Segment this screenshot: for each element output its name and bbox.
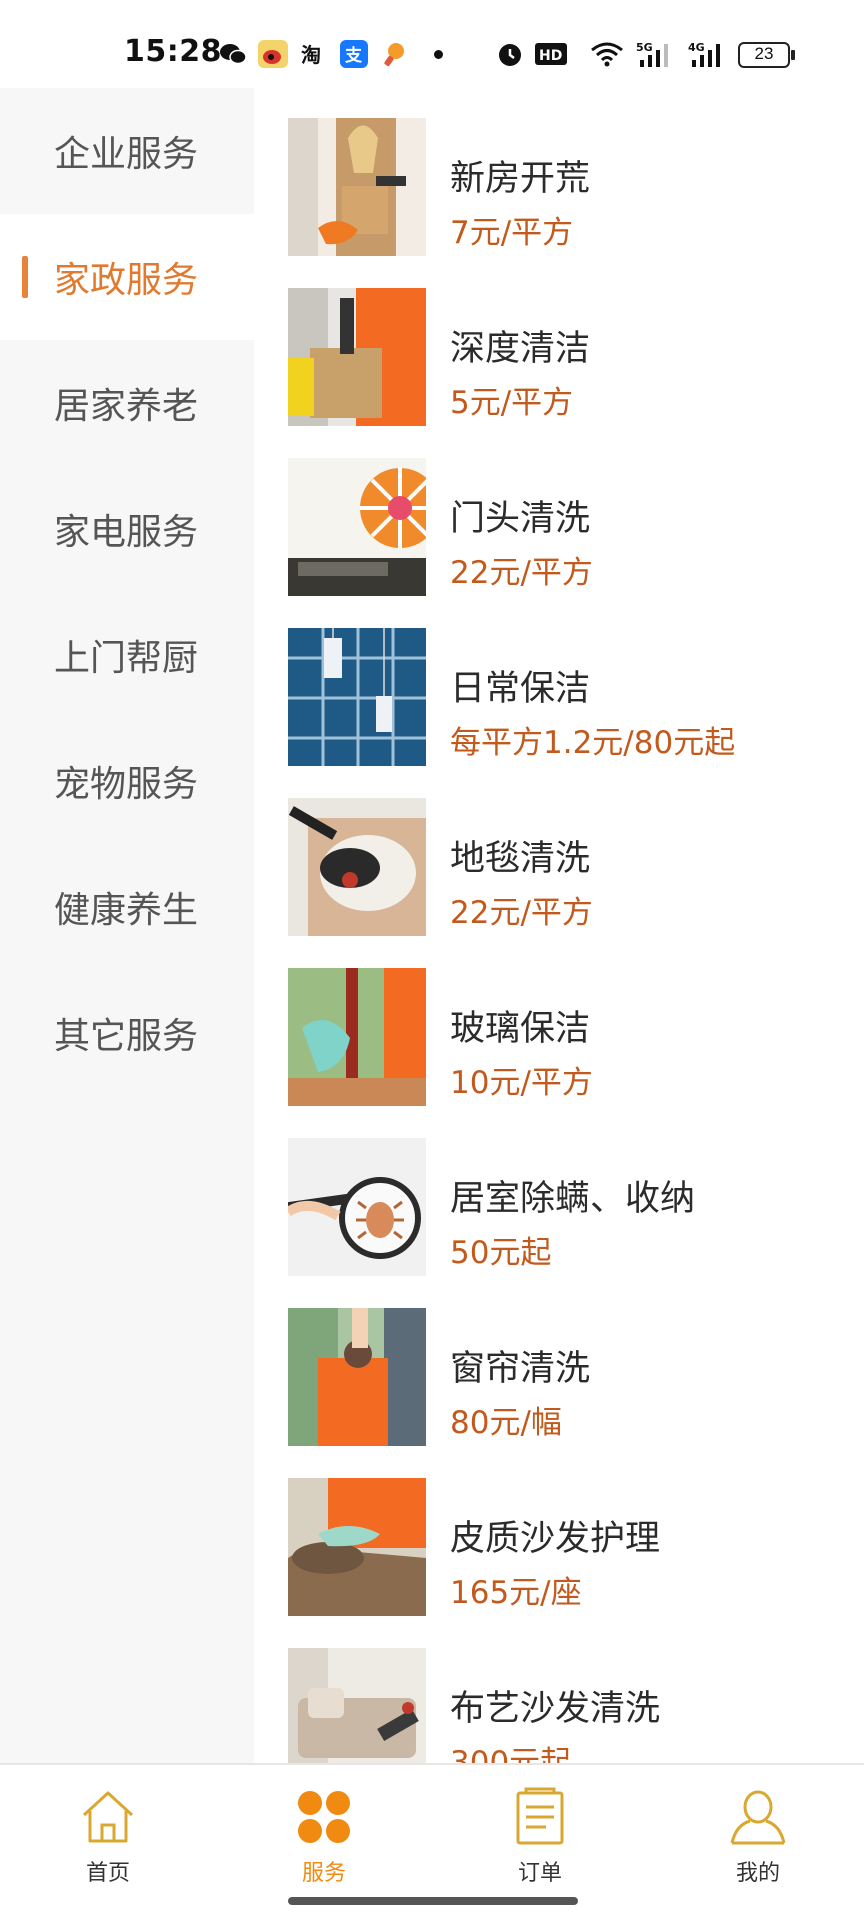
service-price: 每平方1.2元/80元起: [450, 725, 736, 761]
glass-cleaning-image: [288, 968, 426, 1106]
svg-text:4G: 4G: [688, 41, 705, 54]
service-name: 布艺沙发清洗: [450, 1689, 661, 1729]
service-price: 5元/平方: [450, 385, 574, 421]
nav-home[interactable]: 首页: [48, 1779, 168, 1889]
service-item[interactable]: 布艺沙发清洗 300元起: [254, 1618, 864, 1763]
hd-voice-icon: HD: [535, 43, 567, 65]
service-price: 50元起: [450, 1235, 552, 1271]
service-item[interactable]: 深度清洁 5元/平方: [254, 258, 864, 428]
more-notifications-dot: [434, 50, 443, 59]
signal-5g-icon: 5G: [636, 41, 668, 67]
fabric-sofa-image: [288, 1648, 426, 1763]
category-home-elderly-care[interactable]: 居家养老: [0, 340, 254, 466]
category-label: 企业服务: [54, 134, 199, 175]
mite-magnifier-image: [288, 1138, 426, 1276]
service-name: 窗帘清洗: [450, 1349, 591, 1389]
curtain-image: [288, 1308, 426, 1446]
leather-sofa-image: [288, 1478, 426, 1616]
service-price: 300元起: [450, 1745, 572, 1763]
category-housekeeping-service[interactable]: 家政服务: [0, 214, 254, 340]
category-label: 家政服务: [54, 260, 199, 301]
category-health-wellness[interactable]: 健康养生: [0, 844, 254, 970]
alipay-icon: 支: [340, 40, 368, 68]
category-label: 居家养老: [54, 386, 199, 427]
services-grid-icon: [298, 1791, 350, 1843]
svg-text:支: 支: [345, 45, 363, 66]
cleaning-box-image: [288, 288, 426, 426]
service-list[interactable]: 新房开荒 7元/平方 深度清洁 5元/平方 门头清洗 22元/平方 日常保洁 每…: [254, 88, 864, 1763]
nav-label: 订单: [517, 1861, 562, 1886]
service-item[interactable]: 窗帘清洗 80元/幅: [254, 1278, 864, 1448]
service-item[interactable]: 地毯清洗 22元/平方: [254, 768, 864, 938]
battery-level: 23: [754, 44, 774, 63]
category-label: 其它服务: [54, 1016, 199, 1057]
svg-text:HD: HD: [539, 48, 562, 64]
service-item[interactable]: 玻璃保洁 10元/平方: [254, 938, 864, 1108]
service-name: 皮质沙发护理: [450, 1519, 661, 1559]
category-appliance-service[interactable]: 家电服务: [0, 466, 254, 592]
category-label: 健康养生: [54, 890, 199, 931]
wechat-icon: [220, 44, 247, 65]
service-price: 80元/幅: [450, 1405, 562, 1441]
service-item[interactable]: 居室除螨、收纳 50元起: [254, 1108, 864, 1278]
profile-icon: [730, 1790, 786, 1845]
nav-label: 首页: [85, 1861, 130, 1886]
category-label: 上门帮厨: [54, 638, 199, 679]
service-price: 22元/平方: [450, 895, 593, 931]
status-bar: 15:28 淘 支 HD 5G 4G 23: [0, 0, 864, 88]
app-notification-icon: [384, 43, 404, 67]
service-item[interactable]: 皮质沙发护理 165元/座: [254, 1448, 864, 1618]
service-name: 居室除螨、收纳: [450, 1179, 696, 1219]
service-item[interactable]: 日常保洁 每平方1.2元/80元起: [254, 598, 864, 768]
service-price: 10元/平方: [450, 1065, 593, 1101]
active-category-indicator: [22, 256, 28, 298]
wifi-icon: [591, 42, 623, 67]
taobao-icon: 淘: [301, 43, 321, 67]
category-other-service[interactable]: 其它服务: [0, 970, 254, 1096]
category-enterprise-service[interactable]: 企业服务: [0, 88, 254, 214]
nav-label: 我的: [735, 1861, 780, 1886]
home-icon: [82, 1791, 134, 1843]
service-name: 深度清洁: [450, 329, 591, 369]
service-price: 165元/座: [450, 1575, 582, 1611]
service-item[interactable]: 新房开荒 7元/平方: [254, 88, 864, 258]
order-icon: [516, 1787, 564, 1845]
service-name: 地毯清洗: [450, 839, 591, 879]
service-price: 22元/平方: [450, 555, 593, 591]
category-label: 家电服务: [54, 512, 199, 553]
storefront-image: [288, 458, 426, 596]
battery-cap: [791, 50, 795, 60]
nav-profile[interactable]: 我的: [698, 1779, 818, 1889]
window-climbers-image: [288, 628, 426, 766]
category-label: 宠物服务: [54, 764, 199, 805]
nav-orders[interactable]: 订单: [480, 1779, 600, 1889]
cleaning-supplies-image: [288, 118, 426, 256]
alarm-icon: [499, 44, 521, 66]
svg-text:5G: 5G: [636, 41, 653, 54]
service-name: 门头清洗: [450, 499, 591, 539]
service-item[interactable]: 门头清洗 22元/平方: [254, 428, 864, 598]
service-name: 日常保洁: [450, 669, 591, 709]
status-time: 15:28: [124, 34, 222, 69]
carpet-machine-image: [288, 798, 426, 936]
service-name: 玻璃保洁: [450, 1009, 591, 1049]
home-indicator[interactable]: [288, 1897, 578, 1905]
signal-4g-icon: 4G: [688, 41, 720, 67]
weibo-icon: [258, 40, 288, 68]
nav-label: 服务: [301, 1861, 346, 1886]
category-home-cooking[interactable]: 上门帮厨: [0, 592, 254, 718]
svg-text:淘: 淘: [301, 43, 321, 67]
service-name: 新房开荒: [450, 159, 591, 199]
category-pet-service[interactable]: 宠物服务: [0, 718, 254, 844]
service-price: 7元/平方: [450, 215, 574, 251]
nav-services[interactable]: 服务: [264, 1779, 384, 1889]
category-sidebar: 企业服务 家政服务 居家养老 家电服务 上门帮厨 宠物服务 健康养生 其它服务: [0, 88, 254, 1763]
